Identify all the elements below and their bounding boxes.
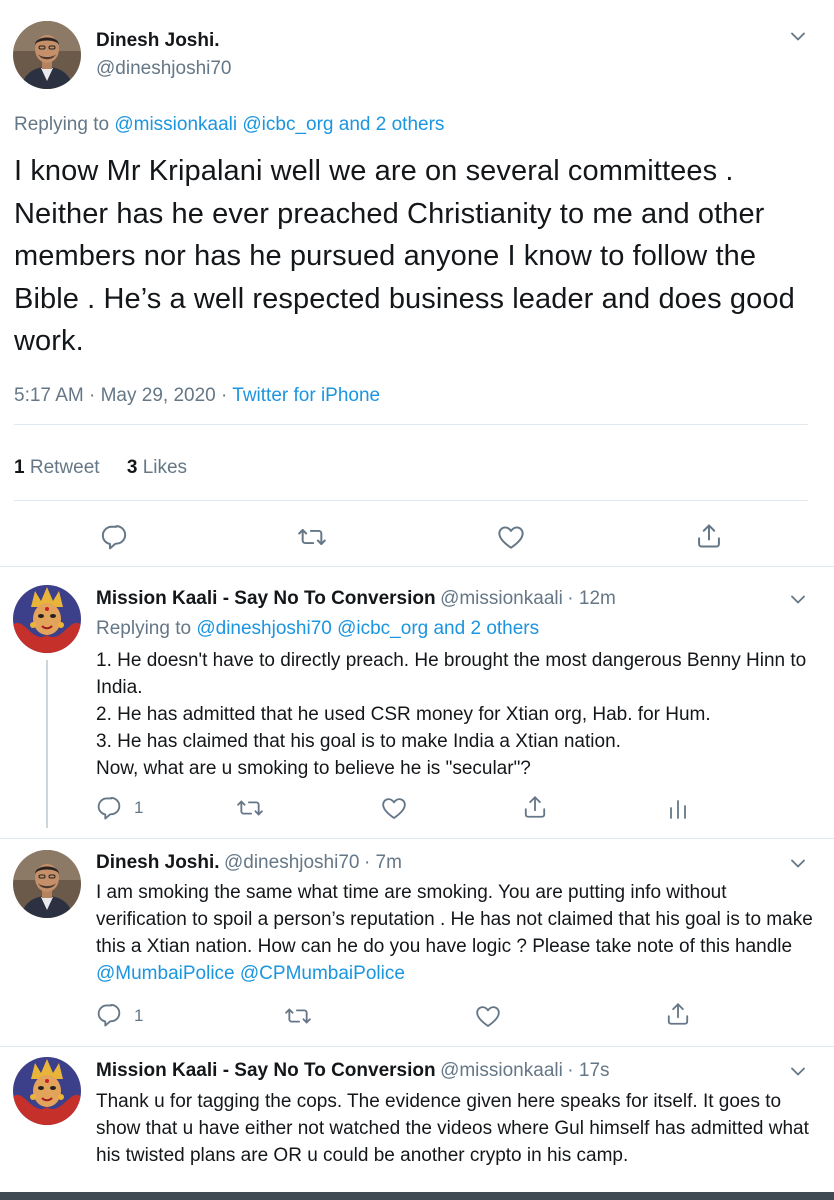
reply-1-line: 1. He doesn't have to directly preach. H… <box>96 650 807 698</box>
reply-3-author-handle[interactable]: @missionkaali <box>440 1060 563 1081</box>
bottom-bar <box>0 1192 834 1200</box>
avatar-image <box>13 1057 81 1125</box>
reply-3-time[interactable]: · 17s <box>567 1060 609 1081</box>
replying-prefix: Replying to <box>14 114 110 135</box>
chevron-down-icon[interactable] <box>791 859 805 868</box>
tweet-meta: 5:17 AM · May 29, 2020 · Twitter for iPh… <box>14 385 380 407</box>
tweet-time[interactable]: 5:17 AM · May 29, 2020 · <box>14 385 227 406</box>
likes-label: Likes <box>142 457 188 478</box>
like-icon[interactable] <box>497 523 525 551</box>
replying-to-mentions[interactable]: @dineshjoshi70 @icbc_org and 2 others <box>196 618 539 639</box>
reply-count: 1 <box>134 1006 144 1025</box>
reply-1-replying-to: Replying to @dineshjoshi70 @icbc_org and… <box>96 618 539 640</box>
likes-stat[interactable]: 3 Likes <box>127 457 187 478</box>
reply-1-header: Mission Kaali - Say No To Conversion @mi… <box>96 588 616 610</box>
share-icon[interactable] <box>695 522 723 550</box>
reply-icon[interactable] <box>96 1002 122 1028</box>
retweet-icon[interactable] <box>236 795 264 821</box>
analytics-icon[interactable] <box>668 798 688 820</box>
share-icon[interactable] <box>522 794 548 820</box>
avatar-photo <box>13 21 81 89</box>
reply-2-author-name[interactable]: Dinesh Joshi. <box>96 852 220 873</box>
retweet-icon[interactable] <box>297 523 327 551</box>
divider <box>0 1046 834 1047</box>
replying-prefix: Replying to <box>96 618 192 639</box>
thread-line <box>46 660 48 828</box>
reply-1-line: Now, what are u smoking to believe he is… <box>96 758 531 779</box>
reply-1-text: 1. He doesn't have to directly preach. H… <box>96 647 816 782</box>
divider <box>0 566 834 567</box>
divider <box>14 500 808 501</box>
chevron-down-icon[interactable] <box>791 595 805 604</box>
like-icon[interactable] <box>475 1003 501 1029</box>
retweets-count: 1 <box>14 457 25 478</box>
engagement-stats: 1 Retweet 3 Likes <box>14 457 187 479</box>
reply-2-body: I am smoking the same what time are smok… <box>96 882 813 957</box>
author-avatar[interactable] <box>13 21 81 89</box>
reply-2-time[interactable]: · 7m <box>364 852 402 873</box>
avatar-image <box>13 585 81 653</box>
retweets-label: Retweet <box>29 457 100 478</box>
reply-1-author-name[interactable]: Mission Kaali - Say No To Conversion <box>96 588 436 609</box>
reply-3-text: Thank u for tagging the cops. The eviden… <box>96 1091 809 1166</box>
reply-2-header: Dinesh Joshi. @dineshjoshi70 · 7m <box>96 852 402 874</box>
reply-2-avatar[interactable] <box>13 850 81 918</box>
tweet-source[interactable]: Twitter for iPhone <box>232 385 380 406</box>
retweet-icon[interactable] <box>284 1003 312 1029</box>
reply-1-author-handle[interactable]: @missionkaali <box>440 588 563 609</box>
reply-1-time[interactable]: · 12m <box>567 588 616 609</box>
reply-2-text: I am smoking the same what time are smok… <box>96 879 816 987</box>
reply-1-avatar[interactable] <box>13 585 81 653</box>
likes-count: 3 <box>126 457 138 478</box>
tweet-text: I know Mr Kripalani well we are on sever… <box>14 155 795 357</box>
chevron-down-icon[interactable] <box>791 1067 805 1076</box>
reply-1-line: 3. He has claimed that his goal is to ma… <box>96 731 621 752</box>
reply-1-line: 2. He has admitted that he used CSR mone… <box>96 704 711 725</box>
divider <box>14 424 808 425</box>
reply-2-author-handle[interactable]: @dineshjoshi70 <box>224 852 360 873</box>
reply-count: 1 <box>134 798 144 817</box>
reply-3-header: Mission Kaali - Say No To Conversion @mi… <box>96 1060 610 1082</box>
chevron-down-icon[interactable] <box>791 32 805 41</box>
reply-3-avatar[interactable] <box>13 1057 81 1125</box>
author-handle[interactable]: @dineshjoshi70 <box>96 58 232 80</box>
author-name[interactable]: Dinesh Joshi. <box>96 30 220 52</box>
avatar-photo <box>13 850 81 918</box>
divider <box>0 838 834 839</box>
reply-icon[interactable] <box>96 795 122 821</box>
retweets-stat[interactable]: 1 Retweet <box>14 457 100 478</box>
replying-to-mentions[interactable]: @missionkaali @icbc_org and 2 others <box>114 114 444 135</box>
reply-2-mentions[interactable]: @MumbaiPolice @CPMumbaiPolice <box>96 963 405 984</box>
share-icon[interactable] <box>665 1001 691 1027</box>
like-icon[interactable] <box>381 795 407 821</box>
reply-icon[interactable] <box>100 523 128 551</box>
replying-to: Replying to @missionkaali @icbc_org and … <box>14 114 444 136</box>
reply-3-author-name[interactable]: Mission Kaali - Say No To Conversion <box>96 1060 436 1081</box>
